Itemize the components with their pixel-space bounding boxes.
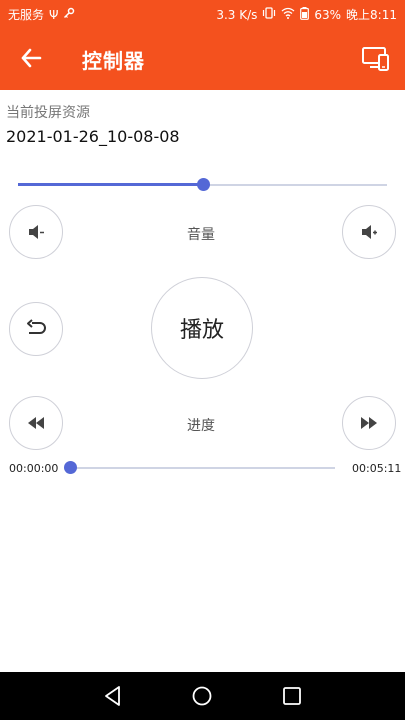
progress-slider[interactable] [64,458,335,478]
cast-screen-icon [362,47,389,71]
progress-track [70,467,335,469]
status-bar: 无服务 Ψ 3.3 K/s 63% 晚上8:11 [0,0,405,28]
usb-icon: Ψ [49,7,59,22]
vibrate-icon [262,7,276,22]
fast-forward-button[interactable] [342,396,396,450]
carrier-text: 无服务 [8,8,45,22]
back-button[interactable] [18,44,46,72]
current-time: 00:00:00 [9,462,59,475]
volume-fill [18,183,203,186]
page-title: 控制器 [82,49,145,73]
network-speed: 3.3 K/s [216,7,258,22]
nav-back-icon [105,686,120,706]
return-button[interactable] [9,302,63,356]
volume-thumb[interactable] [196,178,210,191]
nav-recents-icon [283,687,301,705]
status-right: 3.3 K/s 63% 晚上8:11 [216,6,397,23]
key-icon [63,7,75,22]
play-label: 播放 [179,318,224,343]
nav-back-button[interactable] [101,684,125,708]
total-time: 00:05:11 [352,462,402,475]
return-icon [27,319,46,334]
volume-up-icon [362,225,377,239]
nav-recents-button[interactable] [280,684,304,708]
nav-home-button[interactable] [190,684,214,708]
play-button[interactable]: 播放 [151,277,253,379]
volume-down-button[interactable] [9,205,63,259]
volume-up-button[interactable] [342,205,396,259]
navigation-bar [0,672,405,720]
cast-screen-button[interactable] [361,44,391,74]
status-left: 无服务 Ψ [8,6,75,23]
progress-thumb[interactable] [64,461,77,474]
progress-label: 进度 [187,418,215,434]
battery-percent: 63% [314,7,342,22]
clock: 晚上8:11 [346,8,397,22]
volume-down-icon [29,225,44,239]
wifi-icon [281,7,295,22]
nav-home-icon [192,686,212,706]
battery-icon [300,6,310,23]
fast-forward-icon [361,417,377,429]
app-bar: 控制器 [0,28,405,90]
rewind-button[interactable] [9,396,63,450]
source-label: 当前投屏资源 [6,105,90,121]
rewind-icon [28,417,44,429]
source-value: 2021-01-26_10-08-08 [6,127,180,146]
volume-label: 音量 [187,227,215,243]
volume-slider[interactable] [18,175,387,195]
arrow-left-icon [21,48,42,68]
